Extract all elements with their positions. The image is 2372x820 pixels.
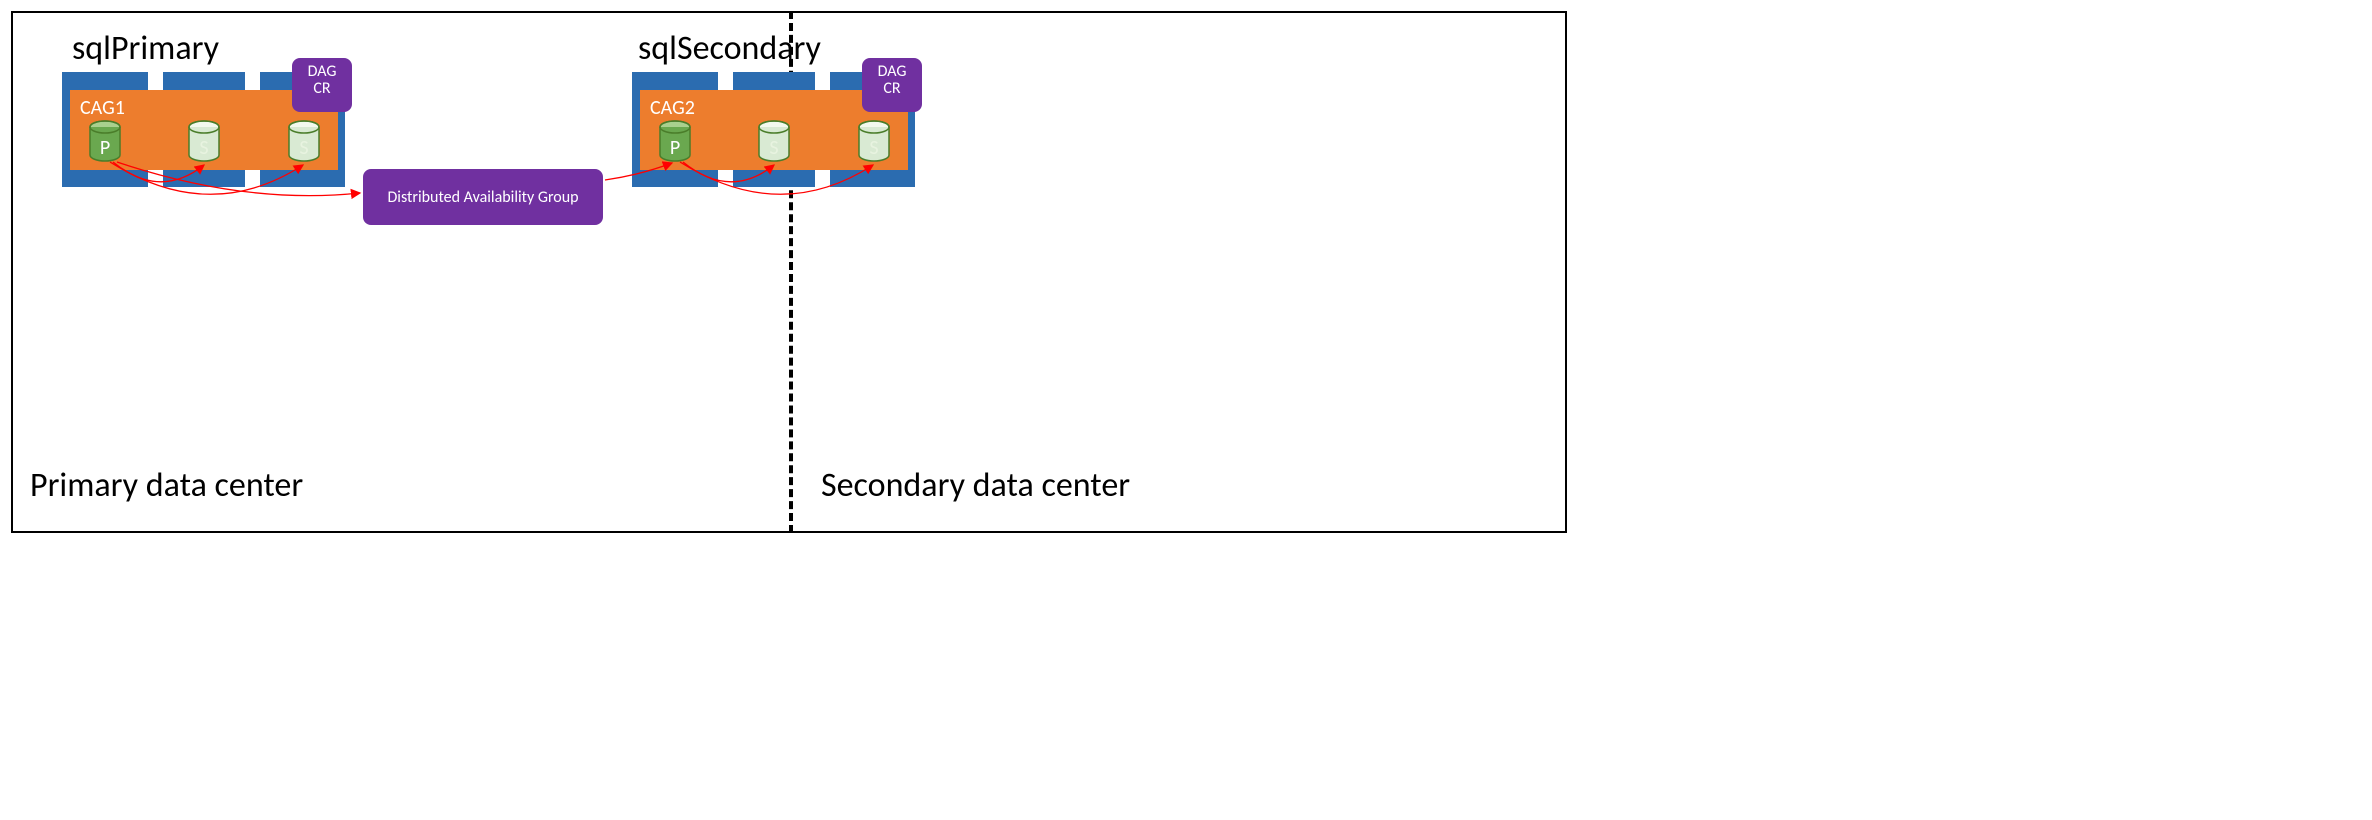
left-server-title: sqlPrimary	[72, 28, 219, 69]
right-dc-title: Secondary data center	[821, 465, 1130, 506]
right-db-secondary-1-label: S	[757, 136, 791, 160]
right-server-title: sqlSecondary	[638, 28, 821, 69]
left-db-secondary-1: S	[187, 120, 221, 162]
left-dag-badge-line2: CR	[292, 81, 352, 98]
right-db-primary: P	[658, 120, 692, 162]
right-db-secondary-2: S	[857, 120, 891, 162]
left-db-secondary-1-label: S	[187, 136, 221, 160]
right-dag-badge-line2: CR	[862, 81, 922, 98]
right-dag-badge: DAG CR	[862, 58, 922, 112]
right-cag-label: CAG2	[650, 96, 695, 120]
left-db-secondary-2-label: S	[287, 136, 321, 160]
left-db-primary-label: P	[88, 136, 122, 160]
left-cag-label: CAG1	[80, 96, 125, 120]
right-db-secondary-2-label: S	[857, 136, 891, 160]
left-db-primary: P	[88, 120, 122, 162]
right-db-primary-label: P	[658, 136, 692, 160]
dag-box-label: Distributed Availability Group	[387, 188, 578, 207]
left-dc-title: Primary data center	[30, 465, 303, 506]
dag-box: Distributed Availability Group	[363, 169, 603, 225]
left-dag-badge: DAG CR	[292, 58, 352, 112]
right-db-secondary-1: S	[757, 120, 791, 162]
diagram-canvas: sqlPrimary CAG1 DAG CR P S S	[0, 0, 1580, 547]
left-db-secondary-2: S	[287, 120, 321, 162]
